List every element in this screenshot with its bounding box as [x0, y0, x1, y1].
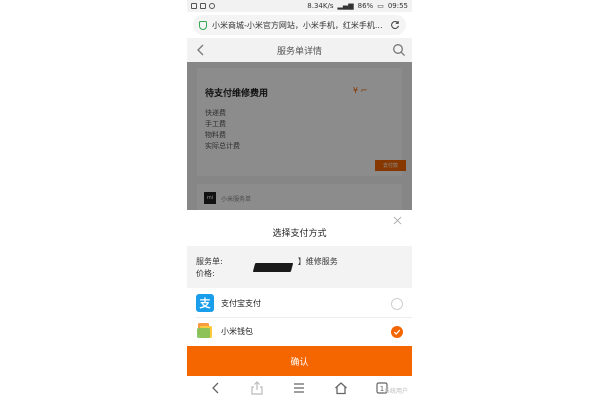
order-value: 维修服务 — [305, 257, 338, 266]
secure-shield-icon — [199, 20, 207, 30]
settings-notification-icon — [209, 3, 215, 9]
network-speed: 8.34K/s — [307, 2, 334, 10]
payment-option-label: 小米钱包 — [221, 327, 253, 336]
payment-option-mi-wallet[interactable]: 小米钱包 — [187, 318, 412, 345]
share-icon[interactable] — [250, 381, 264, 395]
status-icons-left — [191, 3, 215, 9]
payment-option-alipay[interactable]: 支 支付宝支付 — [187, 290, 412, 317]
battery-level: 86% — [357, 2, 374, 10]
image-notification-icon — [200, 3, 206, 9]
price-row: 价格: — [196, 268, 215, 279]
phone-screen: 8.34K/s ▂▄▆ 86% ▭ 09:55 小米商城-小米官方网站，小米手机… — [187, 0, 412, 400]
radio-checked[interactable] — [391, 325, 403, 338]
back-icon[interactable] — [195, 44, 207, 56]
url-title: 小米商城-小米官方网站，小米手机，红米手机... — [212, 20, 383, 30]
modal-overlay[interactable] — [187, 62, 412, 210]
browser-bottom-nav: 1 系统用户 — [187, 376, 412, 400]
checkmark-icon — [393, 329, 401, 335]
status-icons-right: 8.34K/s ▂▄▆ 86% ▭ 09:55 — [307, 2, 408, 10]
search-icon[interactable] — [392, 43, 406, 57]
page-title: 服务单详情 — [276, 46, 322, 57]
home-icon[interactable] — [334, 381, 348, 395]
address-bar: 小米商城-小米官方网站，小米手机，红米手机... — [187, 12, 412, 38]
reload-icon[interactable] — [390, 20, 400, 30]
order-value-prefix: 】 — [297, 257, 306, 266]
order-label: 服务单: — [196, 257, 223, 266]
clock: 09:55 — [387, 2, 408, 10]
status-bar: 8.34K/s ▂▄▆ 86% ▭ 09:55 — [187, 0, 412, 12]
mi-wallet-icon — [197, 323, 212, 338]
watermark: 系统用户 — [383, 388, 408, 395]
redacted-block — [252, 263, 294, 272]
close-icon[interactable] — [393, 216, 402, 225]
menu-icon[interactable] — [292, 381, 306, 395]
payment-option-label: 支付宝支付 — [221, 299, 261, 308]
radio-unchecked[interactable] — [391, 297, 403, 310]
order-summary: 服务单: 】维修服务 价格: — [187, 246, 412, 288]
sheet-title: 选择支付方式 — [272, 229, 327, 239]
confirm-button[interactable]: 确认 — [187, 346, 412, 376]
battery-icon: ▭ — [377, 2, 384, 10]
signal-icon: ▂▄▆ — [337, 2, 354, 10]
notification-icon — [191, 3, 197, 9]
page-header: 服务单详情 — [187, 38, 412, 62]
alipay-icon: 支 — [196, 294, 214, 312]
url-field[interactable]: 小米商城-小米官方网站，小米手机，红米手机... — [193, 15, 406, 35]
back-icon[interactable] — [209, 381, 223, 395]
price-label: 价格: — [196, 269, 215, 278]
